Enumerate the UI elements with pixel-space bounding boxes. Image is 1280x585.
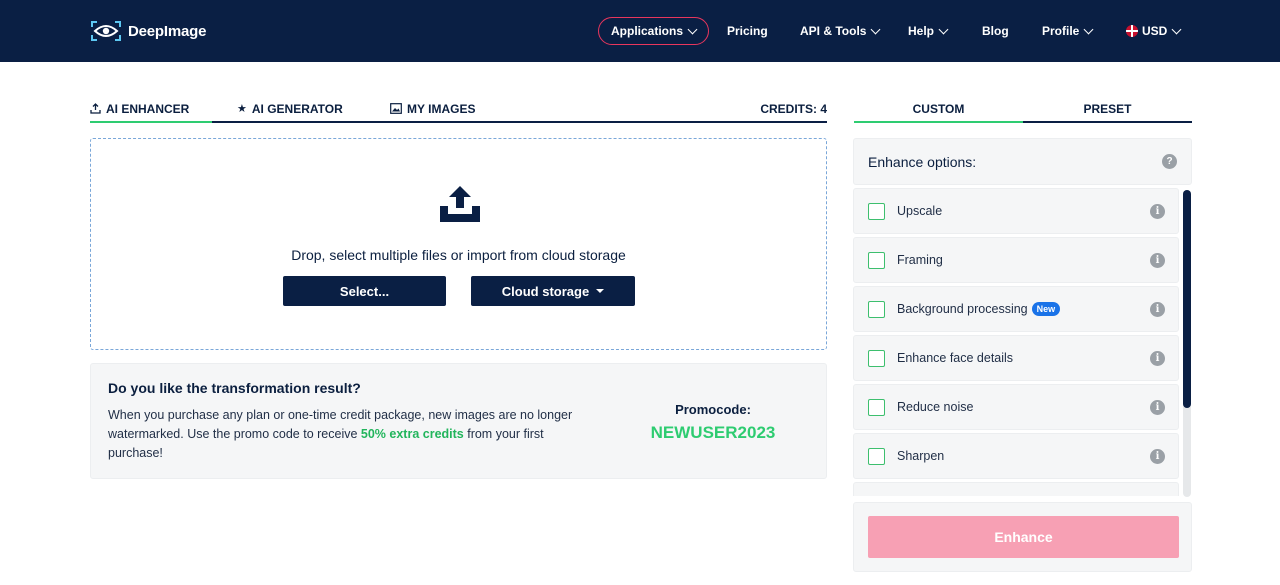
nav-help[interactable]: Help	[908, 17, 949, 45]
option-label: Reduce noise	[897, 400, 974, 414]
chevron-down-icon	[687, 24, 698, 34]
tab-custom-label: CUSTOM	[912, 101, 965, 116]
option-label: Sharpen	[897, 449, 945, 463]
promo-title: Do you like the transformation result?	[108, 380, 361, 396]
upload-tray-icon	[440, 186, 480, 222]
option-upscale[interactable]: Upscale i	[853, 188, 1179, 234]
tab-my-images[interactable]: MY IMAGES	[390, 96, 475, 121]
upscale-checkbox[interactable]	[868, 203, 885, 220]
sharpen-checkbox[interactable]	[868, 448, 885, 465]
eye-logo-icon	[91, 21, 121, 41]
tab-my-images-label: MY IMAGES	[407, 101, 476, 116]
cloud-storage-label: Cloud storage	[501, 283, 590, 299]
uk-flag-icon	[1126, 25, 1138, 37]
info-icon[interactable]: i	[1150, 302, 1165, 317]
chevron-down-icon	[938, 24, 949, 34]
nav-api-tools-label: API & Tools	[800, 24, 867, 38]
nav-blog-label: Blog	[982, 24, 1009, 38]
enhance-options-list: Upscale i Framing i Background processin…	[853, 188, 1179, 496]
promocode-value[interactable]: NEWUSER2023	[619, 423, 807, 443]
info-icon[interactable]: i	[1150, 351, 1165, 366]
promo-description: When you purchase any plan or one-time c…	[108, 406, 598, 463]
caret-down-icon	[596, 289, 605, 293]
nav-api-tools[interactable]: API & Tools	[800, 17, 881, 45]
tab-preset-label: PRESET	[1083, 101, 1132, 116]
new-badge: New	[1031, 302, 1061, 316]
enhance-face-details-checkbox[interactable]	[868, 350, 885, 367]
option-enhance-face-details[interactable]: Enhance face details i	[853, 335, 1179, 381]
promo-panel: Do you like the transformation result? W…	[90, 363, 827, 479]
enhance-button[interactable]: Enhance	[868, 516, 1179, 558]
option-label: Framing	[897, 253, 943, 267]
star-icon: ★	[237, 103, 247, 115]
enhance-options-header: Enhance options: ?	[853, 138, 1192, 185]
deepimage-logo[interactable]: DeepImage	[90, 19, 206, 43]
active-mode-indicator	[854, 121, 1023, 123]
option-partial-next[interactable]	[853, 482, 1179, 496]
info-icon[interactable]: i	[1150, 400, 1165, 415]
option-label-with-badge: Background processing New	[897, 302, 1061, 316]
tab-ai-enhancer[interactable]: AI ENHANCER	[90, 96, 189, 121]
nav-profile[interactable]: Profile	[1042, 17, 1094, 45]
select-files-label: Select...	[339, 283, 390, 299]
select-files-button[interactable]: Select...	[283, 276, 446, 306]
main-tabs: AI ENHANCER ★ AI GENERATOR MY IMAGES CRE…	[90, 96, 827, 123]
framing-checkbox[interactable]	[868, 252, 885, 269]
dropzone-instructions: Drop, select multiple files or import fr…	[291, 247, 626, 263]
tab-ai-enhancer-label: AI ENHANCER	[106, 101, 190, 116]
option-background-processing[interactable]: Background processing New i	[853, 286, 1179, 332]
active-tab-indicator	[90, 121, 212, 123]
nav-help-label: Help	[908, 24, 935, 38]
tab-ai-generator-label: AI GENERATOR	[251, 101, 343, 116]
option-label: Enhance face details	[897, 351, 1014, 365]
nav-blog[interactable]: Blog	[982, 17, 1009, 45]
nav-pricing[interactable]: Pricing	[727, 17, 768, 45]
promocode-label: Promocode:	[675, 402, 751, 417]
credits-counter: CREDITS: 4	[760, 101, 827, 116]
image-gallery-icon	[390, 103, 402, 114]
nav-profile-label: Profile	[1042, 24, 1080, 38]
chevron-down-icon	[871, 24, 881, 34]
cloud-storage-button[interactable]: Cloud storage	[471, 276, 635, 306]
option-reduce-noise[interactable]: Reduce noise i	[853, 384, 1179, 430]
file-dropzone[interactable]: Drop, select multiple files or import fr…	[90, 138, 827, 350]
top-navigation-bar: DeepImage Applications Pricing API & Too…	[0, 0, 1280, 62]
info-icon[interactable]: i	[1150, 204, 1165, 219]
scrollbar-thumb[interactable]	[1183, 190, 1191, 408]
mode-tabs: CUSTOM PRESET	[854, 96, 1192, 123]
chevron-down-icon	[1083, 24, 1094, 34]
nav-applications[interactable]: Applications	[598, 17, 710, 45]
tab-ai-generator[interactable]: ★ AI GENERATOR	[237, 96, 343, 121]
chevron-down-icon	[1171, 24, 1182, 34]
help-question-icon[interactable]: ?	[1162, 154, 1177, 169]
reduce-noise-checkbox[interactable]	[868, 399, 885, 416]
option-framing[interactable]: Framing i	[853, 237, 1179, 283]
enhance-options-title: Enhance options:	[868, 154, 977, 170]
info-icon[interactable]: i	[1150, 449, 1165, 464]
nav-currency[interactable]: USD	[1126, 17, 1182, 45]
nav-currency-label: USD	[1142, 24, 1168, 38]
background-processing-checkbox[interactable]	[868, 301, 885, 318]
option-sharpen[interactable]: Sharpen i	[853, 433, 1179, 479]
info-icon[interactable]: i	[1150, 253, 1165, 268]
promo-highlight: 50% extra credits	[360, 427, 464, 441]
upload-small-icon	[90, 103, 101, 114]
tab-preset[interactable]: PRESET	[1023, 96, 1192, 121]
option-label: Upscale	[897, 204, 943, 218]
option-label: Background processing	[897, 302, 1028, 316]
enhance-button-label: Enhance	[994, 529, 1053, 545]
options-scrollbar[interactable]	[1183, 190, 1191, 497]
nav-pricing-label: Pricing	[727, 24, 768, 38]
enhance-action-panel: Enhance	[853, 502, 1192, 572]
tab-custom[interactable]: CUSTOM	[854, 96, 1023, 121]
nav-applications-label: Applications	[611, 24, 684, 38]
logo-text: DeepImage	[128, 22, 207, 40]
